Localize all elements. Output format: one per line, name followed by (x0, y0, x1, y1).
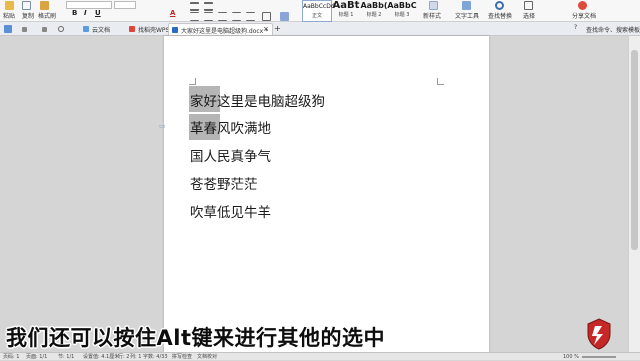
tab-label: 云文档 (92, 27, 111, 34)
search-hint[interactable]: 查找命令、搜索模板 (586, 25, 640, 34)
back-icon[interactable] (22, 27, 27, 32)
italic-button[interactable]: I (84, 9, 87, 17)
format-painter-icon[interactable] (40, 1, 49, 10)
style-normal[interactable]: AaBbCcDd 正文 (302, 0, 335, 22)
tab-document[interactable]: 大家好这里是电脑超级狗.docx * (168, 23, 274, 35)
line-spacing-icon[interactable] (246, 12, 255, 21)
select-button[interactable]: 选择 (523, 11, 535, 20)
find-replace-button[interactable]: 查找替换 (488, 11, 512, 20)
document-line-3[interactable]: 国人民真争气 (190, 145, 271, 165)
home-icon[interactable] (4, 25, 12, 33)
copy-icon[interactable] (22, 1, 31, 10)
zoom-slider[interactable] (582, 356, 616, 358)
align-center-icon[interactable] (204, 12, 213, 21)
document-tab-strip: 云文档 找稻壳WPS 大家好这里是电脑超级狗.docx * × + 查找命令、搜… (0, 22, 640, 36)
font-size-select[interactable] (114, 1, 136, 9)
document-line-5[interactable]: 吹草低见牛羊 (190, 201, 271, 221)
style-heading-2[interactable]: AaBb( 标题 2 (359, 0, 389, 22)
format-painter-button[interactable]: 格式刷 (38, 11, 56, 20)
margin-corner-top-right (437, 78, 444, 85)
undo-icon[interactable] (58, 26, 64, 32)
bold-button[interactable]: B (72, 9, 77, 17)
paragraph-marker-icon[interactable]: ▭ (159, 122, 166, 130)
share-icon[interactable] (578, 1, 587, 10)
bullet-list-icon[interactable] (190, 2, 199, 11)
justify-icon[interactable] (232, 12, 241, 21)
document-line-2[interactable]: 革春风吹满地 (190, 117, 271, 137)
paste-button[interactable]: 粘贴 (3, 11, 15, 20)
share-doc-button[interactable]: 分享文档 (572, 11, 596, 20)
tab-label: 找稻壳WPS (138, 27, 170, 34)
style-heading-1[interactable]: AaBt 标题 1 (331, 0, 361, 22)
ribbon: 粘贴 复制 格式刷 B I U A AaBbCcDd 正文 AaBt 标题 1 … (0, 0, 640, 22)
tab-wps-templates[interactable]: 找稻壳WPS (126, 23, 173, 35)
shading-icon[interactable] (280, 12, 289, 21)
align-left-icon[interactable] (190, 12, 199, 21)
text-tools-icon[interactable] (462, 1, 471, 10)
vertical-scrollbar[interactable] (628, 36, 640, 352)
document-line-1[interactable]: 家好这里是电脑超级狗 (190, 90, 325, 110)
new-style-icon[interactable] (429, 1, 438, 10)
forward-icon[interactable] (42, 27, 47, 32)
paste-icon[interactable] (5, 1, 14, 10)
wps-logo-icon (129, 26, 135, 32)
copy-button[interactable]: 复制 (22, 11, 34, 20)
border-icon[interactable] (262, 12, 271, 21)
new-tab-icon[interactable]: + (274, 24, 281, 33)
style-heading-3[interactable]: AaBbC 标题 3 (387, 0, 417, 22)
tab-label: 大家好这里是电脑超级狗.docx * (181, 28, 269, 35)
help-icon[interactable]: ? (574, 24, 577, 31)
select-icon[interactable] (524, 1, 533, 10)
scrollbar-thumb[interactable] (631, 50, 638, 250)
status-bar: 页码: 1 页面: 1/1 节: 1/1 设置值: 4.1厘米 行: 2 列: … (0, 352, 640, 360)
font-color-button[interactable]: A (170, 9, 175, 17)
channel-logo (587, 318, 611, 350)
cloud-icon (83, 26, 89, 32)
document-line-4[interactable]: 苍苍野茫茫 (190, 173, 258, 193)
numbered-list-icon[interactable] (204, 2, 213, 11)
underline-button[interactable]: U (95, 9, 101, 17)
doc-file-icon (172, 27, 178, 33)
text-tools-button[interactable]: 文字工具 (455, 11, 479, 20)
video-caption: 我们还可以按住Alt键来进行其他的选中 (6, 326, 385, 350)
new-style-button[interactable]: 新样式 (423, 11, 441, 20)
margin-corner-top-left (189, 78, 196, 85)
find-replace-icon[interactable] (495, 1, 504, 10)
tab-cloud-docs[interactable]: 云文档 (80, 23, 114, 35)
font-name-select[interactable] (66, 1, 112, 9)
close-tab-icon[interactable]: × (263, 25, 269, 33)
align-right-icon[interactable] (218, 12, 227, 21)
